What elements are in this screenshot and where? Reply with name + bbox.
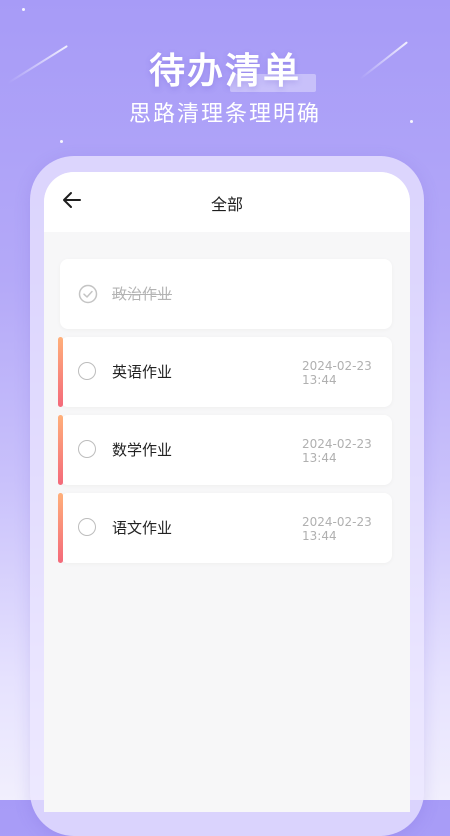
task-date: 2024-02-23 — [302, 437, 372, 451]
task-item[interactable]: 语文作业 2024-02-23 13:44 — [58, 493, 392, 563]
task-item[interactable]: 政治作业 — [60, 259, 392, 329]
task-name: 英语作业 — [112, 363, 173, 381]
task-date: 2024-02-23 — [302, 515, 372, 529]
task-name: 语文作业 — [112, 519, 173, 537]
task-time: 13:44 — [302, 373, 337, 387]
unchecked-circle-icon[interactable] — [78, 362, 96, 380]
task-time: 13:44 — [302, 529, 337, 543]
nav-bar: 全部 — [44, 172, 410, 232]
checked-circle-icon[interactable] — [78, 284, 98, 304]
sparkle-decoration — [22, 8, 25, 11]
sparkle-decoration — [60, 140, 63, 143]
hero-subtitle: 思路清理条理明确 — [128, 102, 321, 127]
task-timestamp: 2024-02-23 13:44 — [302, 515, 382, 543]
task-name: 政治作业 — [112, 285, 173, 303]
unchecked-circle-icon[interactable] — [78, 518, 96, 536]
task-time: 13:44 — [302, 451, 337, 465]
task-date: 2024-02-23 — [302, 359, 372, 373]
task-item[interactable]: 英语作业 2024-02-23 13:44 — [58, 337, 392, 407]
phone-screen: 全部 政治作业 英语作业 2024-02-23 13:44 数学作业 2024-… — [44, 172, 410, 812]
task-timestamp: 2024-02-23 13:44 — [302, 359, 382, 387]
task-item[interactable]: 数学作业 2024-02-23 13:44 — [58, 415, 392, 485]
hero-title: 待办清单 — [148, 51, 301, 92]
page-title: 全部 — [210, 195, 243, 214]
unchecked-circle-icon[interactable] — [78, 440, 96, 458]
task-timestamp: 2024-02-23 13:44 — [302, 437, 382, 465]
task-name: 数学作业 — [112, 441, 173, 459]
